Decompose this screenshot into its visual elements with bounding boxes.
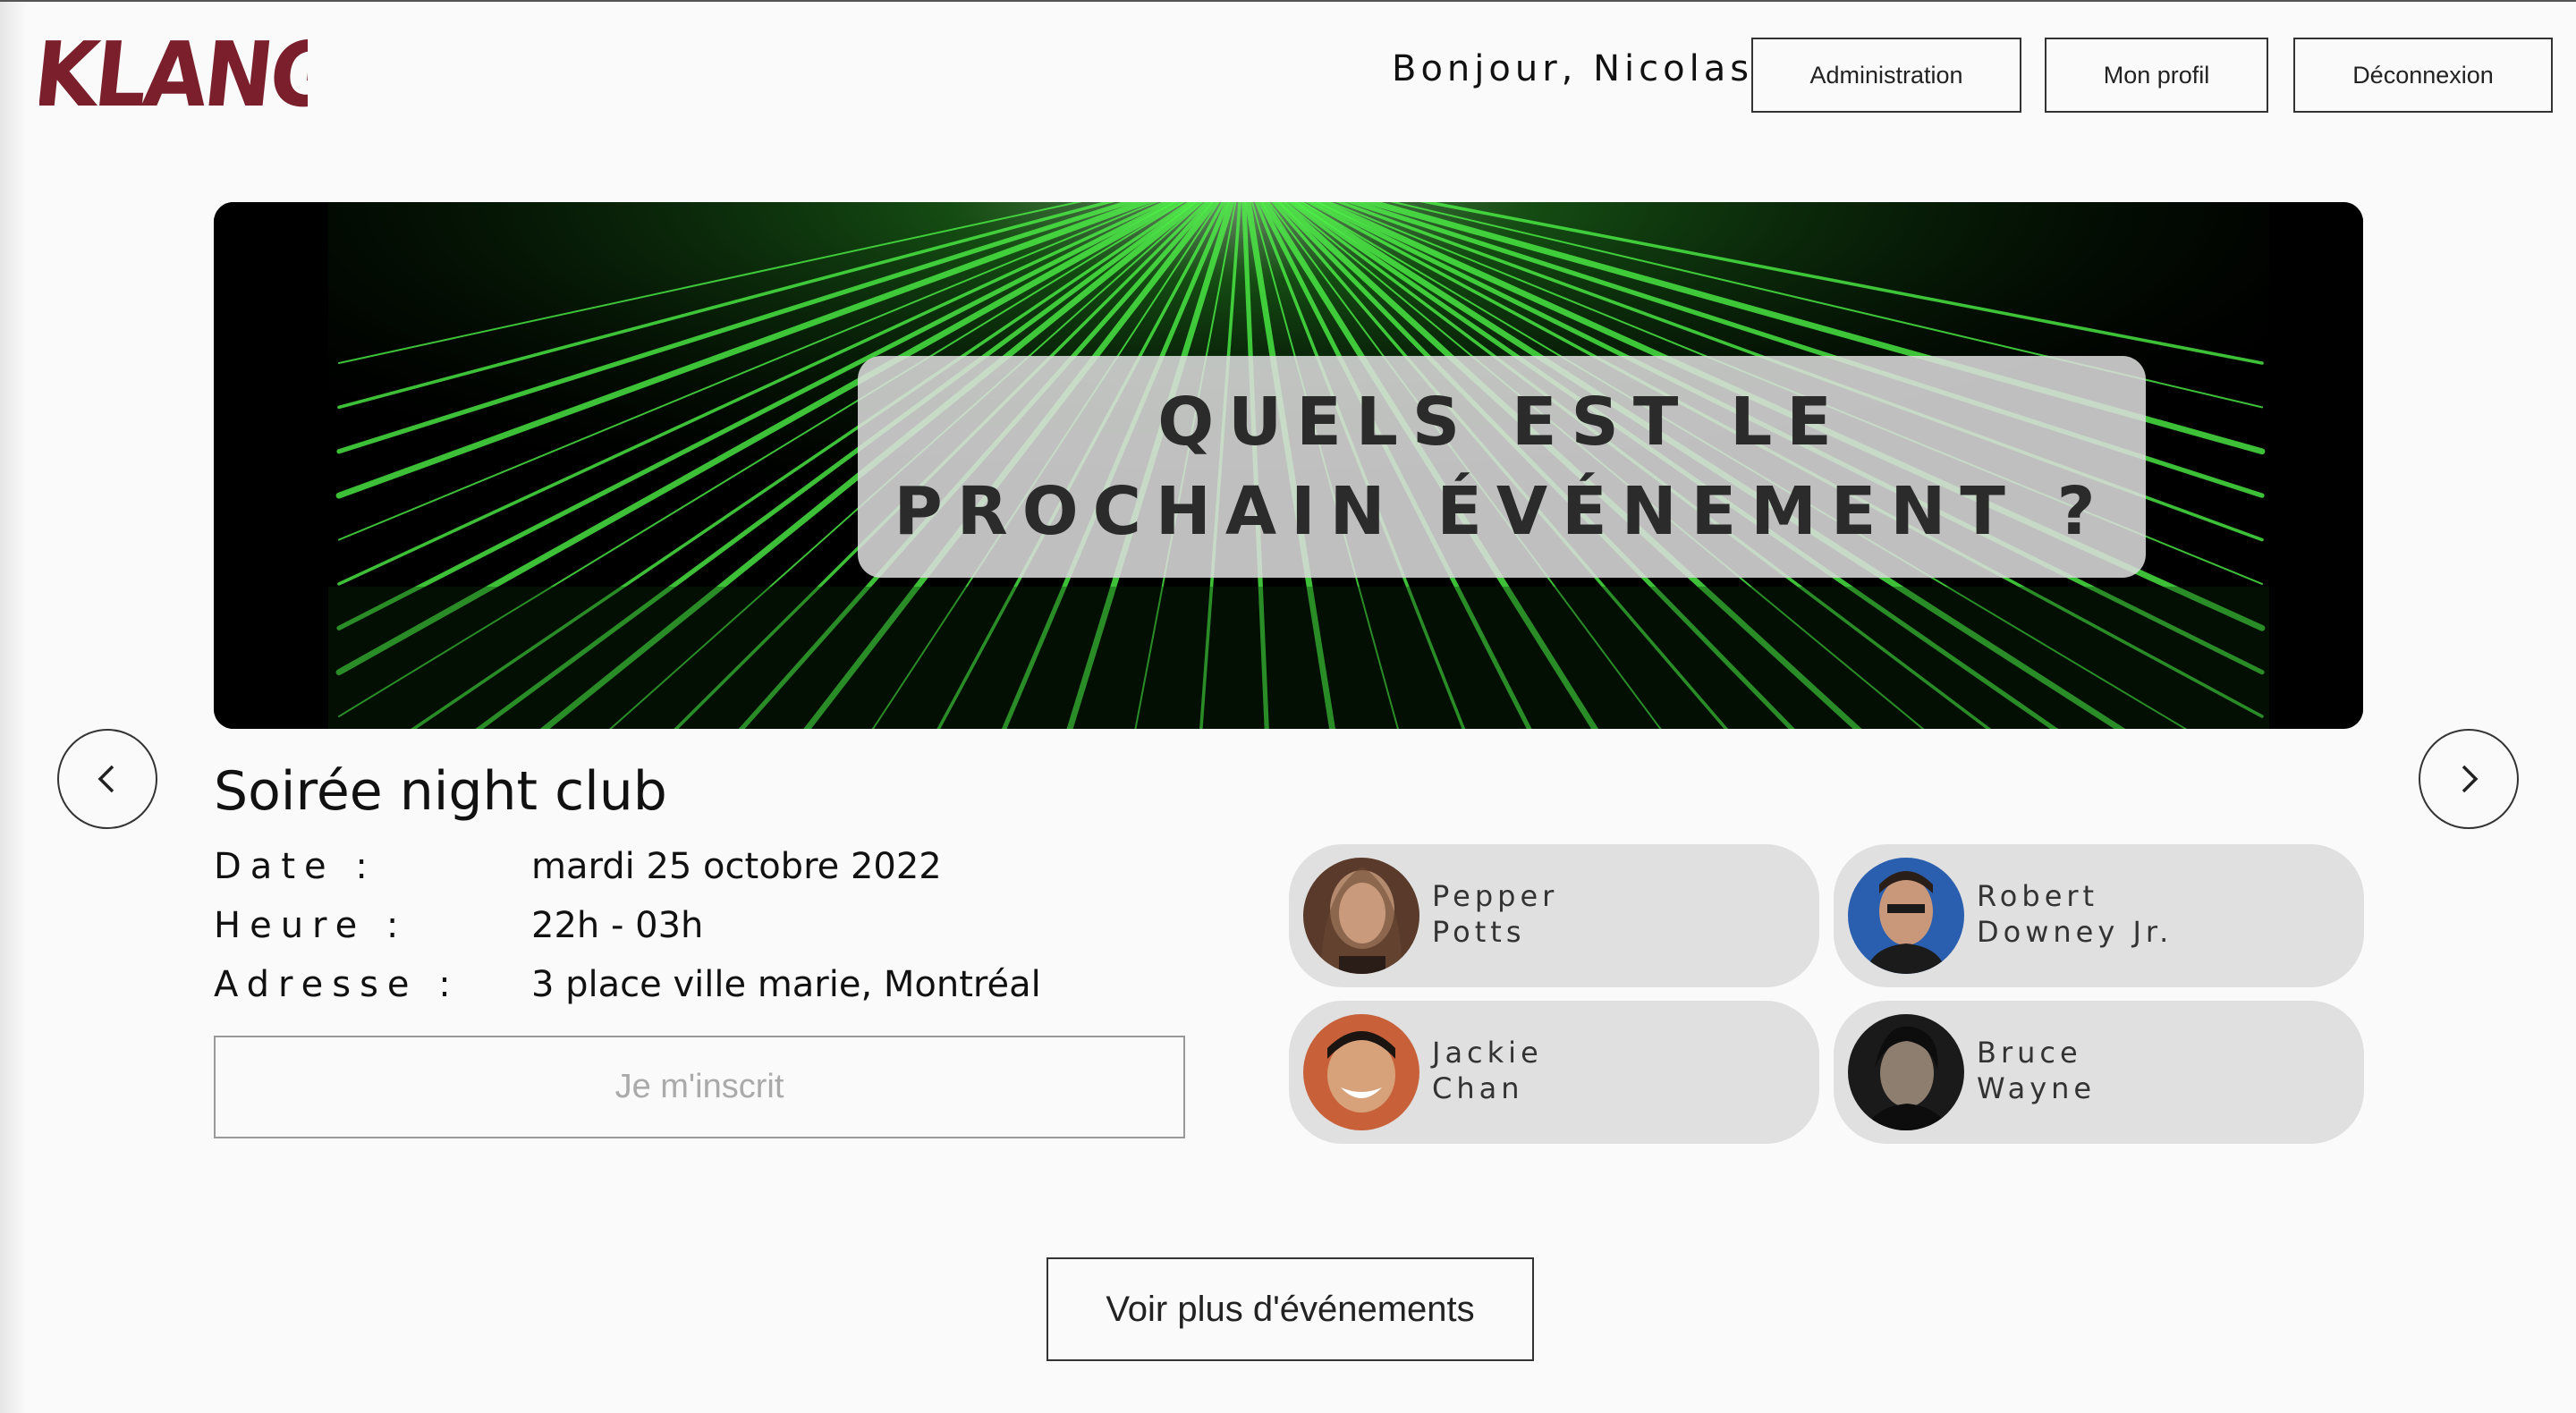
event-title: Soirée night club — [214, 760, 667, 823]
artist-avatar — [1848, 1014, 1964, 1130]
carousel-previous-button[interactable] — [57, 729, 157, 829]
artist-name: Robert Downey Jr. — [1977, 879, 2174, 949]
artist-card[interactable]: Robert Downey Jr. — [1834, 844, 2364, 987]
address-label: Adresse : — [214, 964, 460, 1005]
hero-heading-line-2: PROCHAIN ÉVÉNEMENT ? — [894, 473, 2110, 550]
signup-button[interactable]: Je m'inscrit — [214, 1036, 1185, 1138]
artist-avatar — [1303, 858, 1419, 974]
artist-name: Jackie Chan — [1432, 1036, 1543, 1105]
artist-card[interactable]: Jackie Chan — [1289, 1001, 1819, 1144]
hero-banner: QUELS EST LE PROCHAIN ÉVÉNEMENT ? — [214, 202, 2363, 729]
chevron-left-icon — [97, 765, 114, 793]
artist-card[interactable]: Bruce Wayne — [1834, 1001, 2364, 1144]
logout-button[interactable]: Déconnexion — [2293, 38, 2553, 113]
klang-logo[interactable]: KLANG — [39, 29, 308, 118]
artist-avatar — [1303, 1014, 1419, 1130]
profile-button[interactable]: Mon profil — [2045, 38, 2268, 113]
time-label: Heure : — [214, 905, 408, 946]
page-edge-shade — [0, 2, 27, 1413]
artist-card[interactable]: Pepper Potts — [1289, 844, 1819, 987]
artist-name: Bruce Wayne — [1977, 1036, 2097, 1105]
carousel-next-button[interactable] — [2419, 729, 2519, 829]
time-value: 22h - 03h — [531, 905, 704, 946]
see-more-events-button[interactable]: Voir plus d'événements — [1046, 1257, 1534, 1361]
address-value: 3 place ville marie, Montréal — [531, 964, 1041, 1005]
administration-button[interactable]: Administration — [1751, 38, 2021, 113]
date-value: mardi 25 octobre 2022 — [531, 846, 942, 887]
greeting-text: Bonjour, Nicolas — [1392, 48, 1754, 89]
hero-heading-line-1: QUELS EST LE — [1157, 384, 1846, 461]
svg-text:KLANG: KLANG — [39, 29, 308, 118]
artist-name: Pepper Potts — [1432, 879, 1559, 949]
date-label: Date : — [214, 846, 377, 887]
artist-avatar — [1848, 858, 1964, 974]
chevron-right-icon — [2462, 765, 2479, 793]
hero-heading-box: QUELS EST LE PROCHAIN ÉVÉNEMENT ? — [858, 356, 2146, 578]
